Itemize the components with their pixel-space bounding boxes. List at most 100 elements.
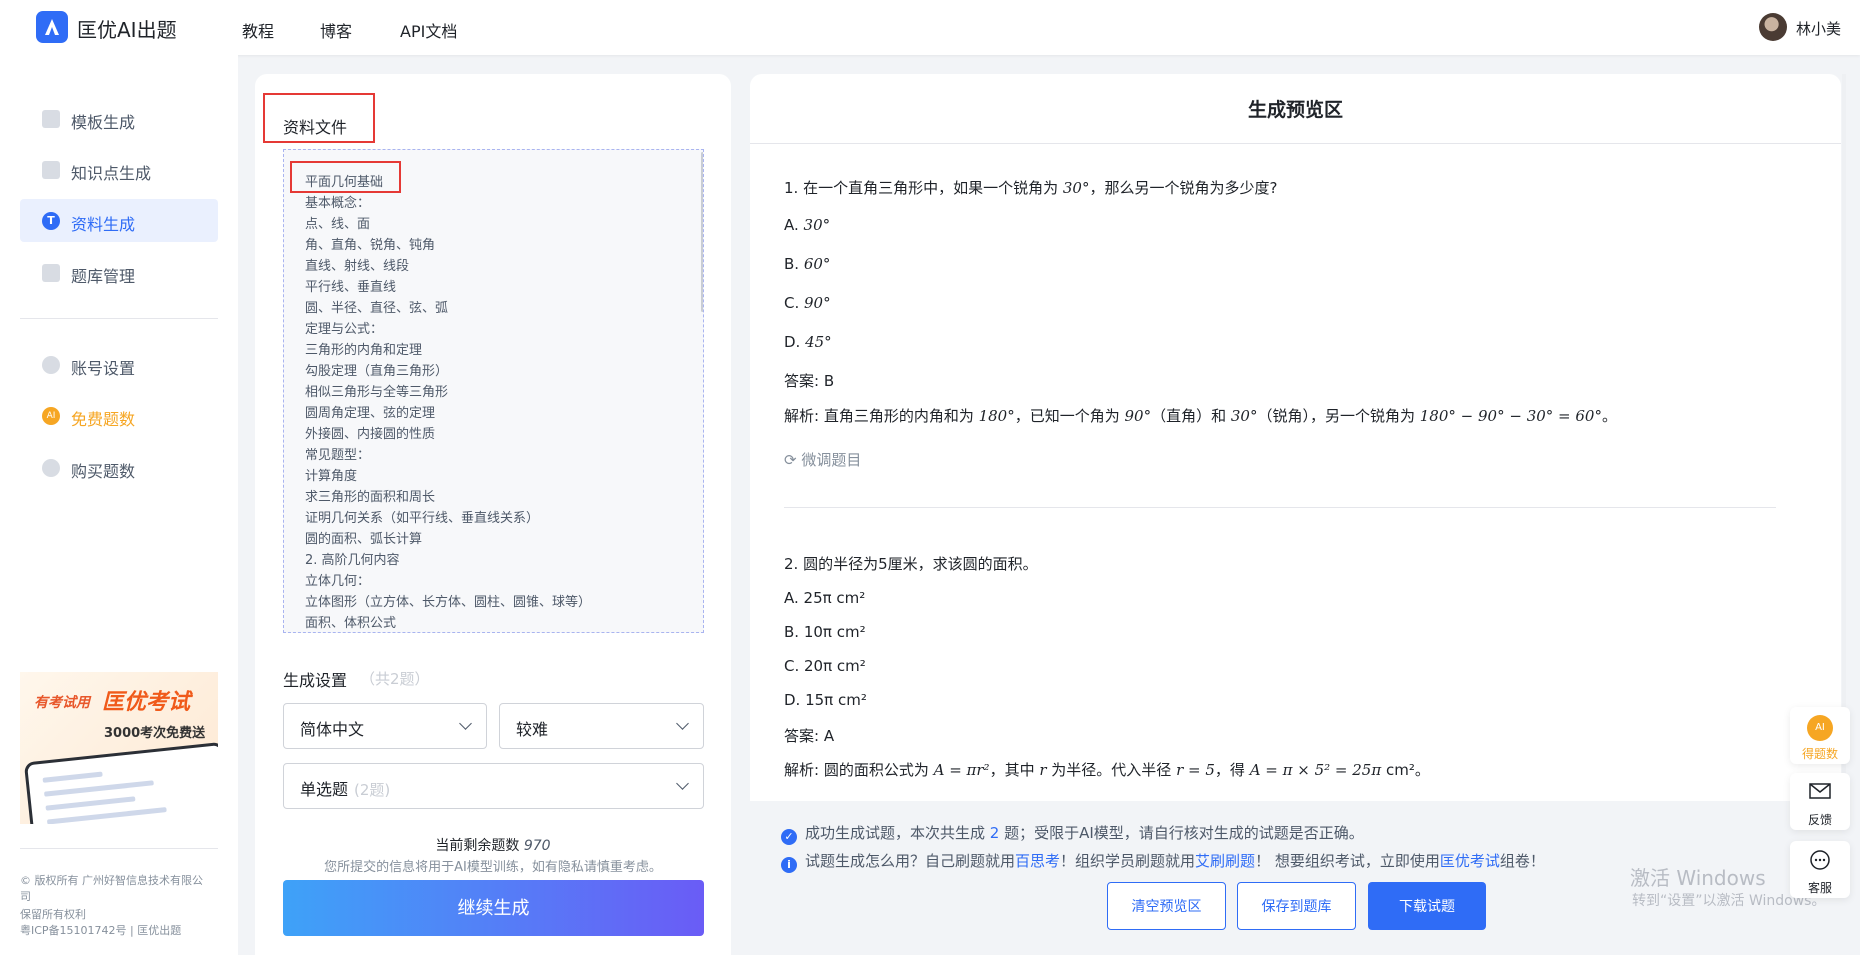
promo-subtitle: 3000考次免费送 — [104, 726, 206, 741]
nav-tutorial[interactable]: 教程 — [242, 18, 274, 42]
question-2-explanation: 解析: 圆的面积公式为 A = πr²，其中 r 为半径。代入半径 r = 5，… — [784, 761, 1430, 779]
question-2-stem: 2. 圆的半径为5厘米，求该圆的面积。 — [784, 555, 1038, 573]
sidebar-item-account[interactable]: 账号设置 — [20, 343, 218, 386]
material-line: 外接圆、内接圆的性质 — [305, 427, 436, 442]
language-select[interactable]: 简体中文 — [283, 703, 487, 749]
copyright-cont: 司 — [20, 890, 31, 903]
customer-service-widget[interactable]: 客服 — [1790, 841, 1850, 898]
chat-icon — [1810, 850, 1830, 870]
material-line: 立体几何： — [305, 574, 371, 589]
get-quota-widget[interactable]: AI 得题数 — [1790, 707, 1850, 764]
textarea-scrollbar[interactable] — [701, 152, 703, 312]
question-1-answer: 答案: B — [784, 372, 835, 390]
chevron-down-icon — [676, 717, 689, 730]
question-1-explanation: 解析: 直角三角形的内角和为 180°，已知一个角为 90°（直角）和 30°（… — [784, 407, 1617, 425]
question-2-answer: 答案: A — [784, 727, 835, 745]
question-type-value: 单选题 (2题) — [300, 780, 391, 799]
download-button[interactable]: 下载试题 — [1368, 882, 1486, 930]
material-line: 圆、半径、直径、弦、弧 — [305, 301, 449, 316]
difficulty-value: 较难 — [516, 720, 549, 739]
material-title: 资料文件 — [283, 118, 348, 137]
question-2-option-b: B. 10π cm² — [784, 623, 866, 641]
nav-api-docs[interactable]: API文档 — [400, 18, 457, 42]
preview-title: 生成预览区 — [1247, 99, 1343, 121]
success-notice: ✓ 成功生成试题，本次共生成 2 题；受限于AI模型，请自行核对生成的试题是否正确… — [781, 822, 1364, 845]
highlight-box — [290, 161, 401, 193]
info-icon: i — [781, 857, 797, 873]
material-textarea[interactable]: 平面几何基础 基本概念： 点、线、面 角、直角、锐角、钝角 直线、射线、线段 平… — [283, 149, 704, 633]
kuangyou-exam-link[interactable]: 匡优考试 — [1440, 852, 1500, 870]
rights-reserved: 保留所有权利 — [20, 908, 86, 921]
brand-name[interactable]: 匡优AI出题 — [77, 14, 177, 43]
question-bank-icon — [42, 264, 60, 282]
save-to-bank-button[interactable]: 保存到题库 — [1237, 882, 1356, 930]
question-2-option-a: A. 25π cm² — [784, 589, 866, 607]
sidebar-item-buy[interactable]: 购买题数 — [20, 446, 218, 489]
clear-preview-button[interactable]: 清空预览区 — [1107, 882, 1226, 930]
material-line: 勾股定理（直角三角形） — [305, 364, 449, 379]
chevron-down-icon — [459, 717, 472, 730]
settings-label: 生成设置 — [283, 671, 348, 690]
preview-divider — [750, 143, 1841, 144]
ai-coin-icon: AI — [42, 407, 60, 425]
sidebar-item-label: 账号设置 — [71, 359, 136, 378]
question-2-option-d: D. 15π cm² — [784, 691, 867, 709]
question-type-select[interactable]: 单选题 (2题) — [283, 763, 704, 809]
sidebar-divider — [20, 848, 218, 849]
question-1-option-a: A. 30° — [784, 216, 831, 234]
customer-service-label: 客服 — [1807, 881, 1832, 895]
material-line: 基本概念： — [305, 196, 371, 211]
knowledge-icon — [42, 161, 60, 179]
material-line: 立体图形（立方体、长方体、圆柱、圆锥、球等） — [305, 595, 592, 610]
usage-tip: i 试题生成怎么用？自己刷题就用百思考！组织学员刷题就用艾刷刷题！ 想要组织考试，… — [781, 850, 1545, 873]
question-1-option-b: B. 60° — [784, 255, 831, 273]
difficulty-select[interactable]: 较难 — [499, 703, 704, 749]
ai-coin-icon: AI — [1807, 715, 1833, 741]
continue-generate-button[interactable]: 继续生成 — [283, 880, 704, 936]
sidebar-item-template[interactable]: 模板生成 — [20, 97, 218, 140]
question-divider — [784, 507, 1776, 508]
baisikao-link[interactable]: 百思考 — [1015, 852, 1060, 870]
logo-icon[interactable] — [36, 11, 68, 43]
preview-scrollbar[interactable] — [1842, 74, 1846, 799]
material-line: 2. 高阶几何内容 — [305, 553, 400, 568]
icp-record[interactable]: 粤ICP备15101742号 | 匡优出题 — [20, 923, 181, 939]
promo-banner[interactable]: 有考试用 匡优考试 3000考次免费送 — [20, 672, 218, 824]
template-icon — [42, 110, 60, 128]
material-line: 面积、体积公式 — [305, 616, 397, 631]
sidebar-item-label: 购买题数 — [71, 462, 136, 481]
get-quota-label: 得题数 — [1801, 747, 1838, 761]
sidebar-item-label: 免费题数 — [71, 410, 136, 429]
generated-count: 2 — [989, 824, 1000, 842]
sidebar-divider — [20, 318, 218, 319]
top-bar: 匡优AI出题 教程 博客 API文档 林小美 — [0, 0, 1860, 55]
settings-count: （共2题） — [360, 670, 430, 688]
material-line: 计算角度 — [305, 469, 358, 484]
avatar[interactable] — [1759, 13, 1787, 41]
feedback-widget[interactable]: 反馈 — [1790, 773, 1850, 830]
sidebar-item-material[interactable]: T 资料生成 — [20, 199, 218, 242]
sidebar-item-label: 题库管理 — [71, 267, 136, 286]
tablet-illustration — [23, 741, 218, 824]
sidebar-item-free-quota[interactable]: AI 免费题数 — [20, 394, 218, 437]
sidebar-item-knowledge[interactable]: 知识点生成 — [20, 148, 218, 191]
question-1-stem: 1. 在一个直角三角形中，如果一个锐角为 30°，那么另一个锐角为多少度? — [784, 179, 1278, 197]
promo-title: 匡优考试 — [102, 690, 191, 715]
tune-question-button[interactable]: ⟳ 微调题目 — [784, 449, 861, 470]
nav-blog[interactable]: 博客 — [320, 18, 352, 42]
refresh-icon: ⟳ — [784, 451, 802, 469]
chevron-down-icon — [676, 777, 689, 790]
copyright: © 版权所有 广州好智信息技术有限公 — [20, 874, 203, 887]
question-1-option-c: C. 90° — [784, 294, 831, 312]
sidebar-item-label: 知识点生成 — [71, 164, 152, 183]
language-value: 简体中文 — [300, 720, 365, 739]
sidebar-item-label: 模板生成 — [71, 113, 136, 132]
material-line: 定理与公式： — [305, 322, 384, 337]
material-line: 证明几何关系（如平行线、垂直线关系） — [305, 511, 540, 526]
sidebar-item-bank[interactable]: 题库管理 — [20, 251, 218, 294]
material-line: 求三角形的面积和周长 — [305, 490, 436, 505]
aishua-link[interactable]: 艾刷刷题 — [1195, 852, 1255, 870]
username[interactable]: 林小美 — [1796, 18, 1841, 39]
windows-watermark: 激活 Windows — [1630, 866, 1766, 890]
material-line: 常见题型： — [305, 448, 371, 463]
